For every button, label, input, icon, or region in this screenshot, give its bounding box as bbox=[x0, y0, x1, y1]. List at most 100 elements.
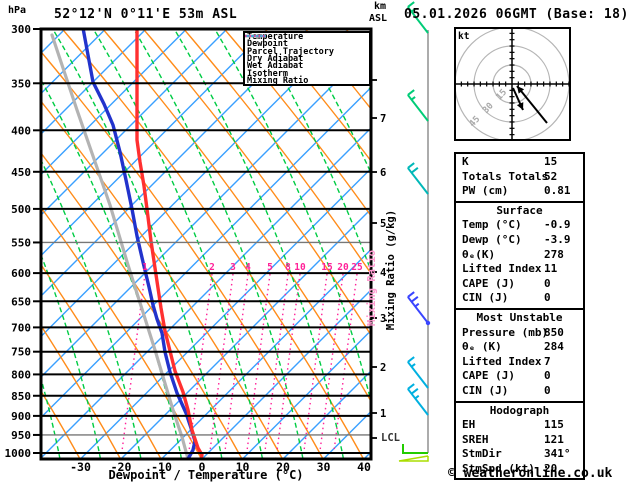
run-datetime-title: 05.01.2026 06GMT (Base: 18) bbox=[404, 7, 629, 22]
indices-row: Temp (°C) -0.9 bbox=[456, 218, 583, 233]
km-tick-label: 6 bbox=[380, 167, 386, 179]
indices-row: Dewp (°C) -3.9 bbox=[456, 233, 583, 248]
wind-barb-base-dot bbox=[425, 320, 431, 326]
indices-section: Surface Temp (°C) -0.9 Dewp (°C) -3.9 θₑ(K) 27… bbox=[454, 200, 585, 310]
indices-row-value: -3.9 bbox=[544, 232, 571, 246]
indices-row-label: Temp (°C) bbox=[462, 218, 522, 232]
pressure-tick-label: 850 bbox=[11, 390, 31, 403]
legend-swatch-mixing-ratio bbox=[245, 35, 266, 37]
indices-row-value: 7 bbox=[544, 354, 551, 368]
mixing-ratio-label: 4 bbox=[245, 262, 251, 273]
indices-row-label: θₑ(K) bbox=[462, 247, 496, 261]
indices-row-value: 0.81 bbox=[544, 184, 571, 198]
mixing-ratio-label: 15 bbox=[321, 262, 333, 273]
indices-row-label: StmDir bbox=[462, 447, 502, 461]
indices-row-label: θₑ (K) bbox=[462, 340, 502, 354]
mixing-ratio-label: 5 bbox=[267, 262, 273, 273]
altitude-axis-unit-asl: ASL bbox=[369, 13, 388, 24]
indices-row-value: 11 bbox=[544, 262, 558, 276]
indices-row-label: K bbox=[462, 155, 469, 168]
temp-tick-label: 40 bbox=[357, 460, 371, 474]
indices-row-label: Totals Totals bbox=[462, 169, 549, 183]
indices-row-label: EH bbox=[462, 418, 476, 432]
mixing-ratio-label: 1 bbox=[142, 262, 148, 273]
indices-row: K 15 bbox=[456, 155, 583, 170]
indices-row-label: PW (cm) bbox=[462, 184, 509, 198]
indices-row-label: Dewp (°C) bbox=[462, 232, 522, 246]
km-tick-label: 1 bbox=[380, 408, 386, 420]
indices-row-value: 0 bbox=[544, 291, 551, 305]
pressure-tick-label: 450 bbox=[11, 166, 31, 179]
temp-tick-label: -30 bbox=[70, 460, 91, 474]
legend-entry-label: Mixing Ratio bbox=[247, 75, 309, 86]
lcl-marker-label: LCL bbox=[381, 432, 400, 444]
indices-section-header: Hodograph bbox=[489, 403, 550, 417]
mixing-ratio-label: 2 bbox=[209, 262, 215, 273]
indices-row-label: CAPE (J) bbox=[462, 276, 515, 290]
indices-row-label: CIN (J) bbox=[462, 291, 509, 305]
km-tick-label: 2 bbox=[380, 362, 386, 374]
indices-row: CAPE (J) 0 bbox=[456, 369, 583, 384]
indices-row-value: 15 bbox=[544, 155, 558, 168]
hodograph: 153045 bbox=[454, 27, 571, 141]
indices-row: Lifted Index 11 bbox=[456, 262, 583, 277]
indices-row: EH 115 bbox=[456, 418, 583, 433]
indices-row: PW (cm) 0.81 bbox=[456, 184, 583, 199]
indices-row: θₑ(K) 278 bbox=[456, 248, 583, 263]
indices-section-header: Most Unstable bbox=[476, 310, 563, 324]
mixing-axis-echo: Mixing Ratio bbox=[366, 250, 378, 326]
pressure-tick-label: 650 bbox=[11, 295, 31, 308]
pressure-tick-label: 550 bbox=[11, 236, 31, 249]
pressure-tick-label: 750 bbox=[11, 346, 31, 359]
pressure-tick-label: 1000 bbox=[5, 447, 32, 460]
indices-row: Pressure (mb) 850 bbox=[456, 326, 583, 341]
pressure-tick-label: 800 bbox=[11, 368, 31, 381]
indices-row-label: CIN (J) bbox=[462, 383, 509, 397]
temp-tick-label: 30 bbox=[317, 460, 331, 474]
hodograph-unit-label: kt bbox=[458, 31, 470, 42]
indices-section-header: Surface bbox=[496, 203, 543, 217]
pressure-tick-label: 400 bbox=[11, 124, 31, 137]
pressure-tick-label: 700 bbox=[11, 321, 31, 334]
indices-row-label: SREH bbox=[462, 432, 489, 446]
legend-box: Temperature Dewpoint Parcel Trajectory Dry … bbox=[243, 31, 371, 86]
indices-row: θₑ (K) 284 bbox=[456, 340, 583, 355]
indices-row-value: 115 bbox=[544, 418, 564, 432]
indices-row-value: 278 bbox=[544, 247, 564, 261]
indices-row-value: 0 bbox=[544, 369, 551, 383]
credit-footer: © weatheronline.co.uk bbox=[448, 466, 613, 481]
indices-row-label: Pressure (mb) bbox=[462, 325, 549, 339]
indices-row-label: Lifted Index bbox=[462, 262, 542, 276]
indices-row: Lifted Index 7 bbox=[456, 355, 583, 370]
pressure-tick-label: 300 bbox=[11, 23, 31, 36]
indices-row: CAPE (J) 0 bbox=[456, 277, 583, 292]
station-title: 52°12'N 0°11'E 53m ASL bbox=[54, 7, 238, 22]
indices-section: Most Unstable Pressure (mb) 850 θₑ (K) 284 Li… bbox=[454, 307, 585, 403]
mixing-axis-title: Mixing Ratio (g/kg) bbox=[385, 209, 397, 331]
indices-row-value: 850 bbox=[544, 325, 564, 339]
mixing-ratio-label: 20 bbox=[337, 262, 349, 273]
indices-row-label: Lifted Index bbox=[462, 354, 542, 368]
indices-row-value: 52 bbox=[544, 169, 558, 183]
km-tick-label: 7 bbox=[380, 113, 386, 125]
indices-row: CIN (J) 0 bbox=[456, 291, 583, 306]
indices-panel: K 15 Totals Totals 52 PW (cm) 0.81 Surface Temp… bbox=[454, 152, 585, 481]
indices-row: CIN (J) 0 bbox=[456, 384, 583, 399]
mixing-ratio-label: 25 bbox=[351, 262, 363, 273]
indices-row-label: CAPE (J) bbox=[462, 369, 515, 383]
indices-row-value: 121 bbox=[544, 432, 564, 446]
indices-section: K 15 Totals Totals 52 PW (cm) 0.81 bbox=[454, 152, 585, 203]
pressure-tick-label: 900 bbox=[11, 410, 31, 423]
legend-entry: Mixing Ratio bbox=[245, 35, 369, 86]
pressure-axis-unit: hPa bbox=[8, 5, 27, 16]
pressure-tick-label: 500 bbox=[11, 203, 31, 216]
mixing-ratio-label: 8 bbox=[285, 262, 291, 273]
indices-row: SREH 121 bbox=[456, 433, 583, 448]
indices-row: StmDir 341° bbox=[456, 447, 583, 462]
indices-row-value: 284 bbox=[544, 340, 564, 354]
pressure-tick-label: 350 bbox=[11, 77, 31, 90]
altitude-axis-unit-km: km bbox=[374, 1, 387, 12]
pressure-tick-label: 600 bbox=[11, 267, 31, 280]
indices-row-value: 341° bbox=[544, 447, 571, 461]
hodograph-inner: 153045 bbox=[456, 29, 569, 139]
